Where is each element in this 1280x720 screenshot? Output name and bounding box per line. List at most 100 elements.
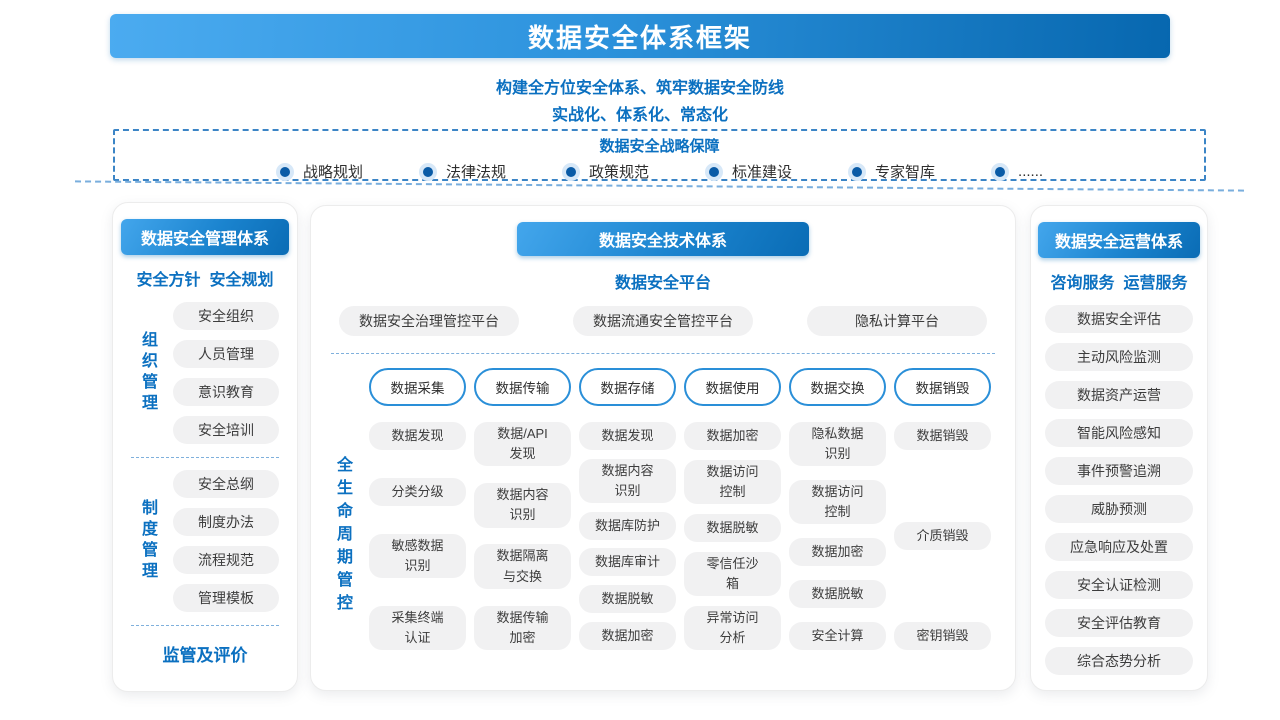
stage-tools-storage: 数据发现 数据内容 识别 数据库防护 数据库审计 数据脱敏 数据加密 (579, 422, 676, 650)
tool-pill: 采集终端 认证 (369, 606, 466, 650)
strategy-item: 专家智库 (848, 161, 935, 182)
stage-pill-destruction: 数据销毁 (894, 368, 991, 406)
strategy-item-label: ...... (1018, 163, 1043, 180)
tool-pill: 数据内容 识别 (474, 483, 571, 527)
operations-item: 主动风险监测 (1045, 343, 1193, 371)
stage-tools-transfer: 数据/API 发现 数据内容 识别 数据隔离 与交换 数据传输 加密 (474, 422, 571, 650)
strategy-item: ...... (991, 163, 1043, 181)
tool-pill: 数据隔离 与交换 (474, 544, 571, 588)
tool-pill: 零信任沙 箱 (684, 552, 781, 596)
stage-row-spacer (323, 368, 361, 406)
tool-pill: 密钥销毁 (894, 622, 991, 650)
tool-pill: 敏感数据 识别 (369, 534, 466, 578)
management-item: 人员管理 (173, 340, 279, 368)
strategy-item-label: 法律法规 (446, 161, 506, 182)
stage-pill-transfer: 数据传输 (474, 368, 571, 406)
operations-item: 安全认证检测 (1045, 571, 1193, 599)
management-group-policy: 制度管理 安全总纲 制度办法 流程规范 管理模板 (113, 470, 297, 612)
group-vertical-label: 组织管理 (135, 331, 159, 415)
platform-pill: 隐私计算平台 (807, 306, 987, 336)
tool-pill: 数据发现 (369, 422, 466, 450)
strategy-box: 数据安全战略保障 战略规划 法律法规 政策规范 标准建设 专家智库 (113, 129, 1206, 181)
tool-pill: 数据发现 (579, 422, 676, 450)
tool-pill: 数据销毁 (894, 422, 991, 450)
bullet-icon (705, 163, 723, 181)
operations-item: 智能风险感知 (1045, 419, 1193, 447)
operations-panel-header: 数据安全运营体系 (1038, 222, 1200, 258)
operations-item: 事件预警追溯 (1045, 457, 1193, 485)
stage-tools-exchange: 隐私数据 识别 数据访问 控制 数据加密 数据脱敏 安全计算 (789, 422, 886, 650)
strategy-item: 标准建设 (705, 161, 792, 182)
group-vertical-label: 制度管理 (135, 499, 159, 583)
lifecycle-vertical-label: 全生命周期管控 (330, 456, 354, 617)
strategy-item-label: 专家智库 (875, 161, 935, 182)
operations-item: 威胁预测 (1045, 495, 1193, 523)
tool-pill: 数据内容 识别 (579, 459, 676, 503)
operations-subtitle: 咨询服务 运营服务 (1031, 269, 1207, 293)
tool-pill: 数据加密 (684, 422, 781, 450)
management-item: 制度办法 (173, 508, 279, 536)
tool-pill: 数据脱敏 (579, 585, 676, 613)
dashed-divider (331, 353, 995, 354)
management-panel: 数据安全管理体系 安全方针 安全规划 组织管理 安全组织 人员管理 意识教育 安… (112, 202, 298, 692)
strategy-item: 政策规范 (562, 161, 649, 182)
group-pill-list: 安全总纲 制度办法 流程规范 管理模板 (159, 470, 297, 612)
technology-panel-header: 数据安全技术体系 (517, 222, 809, 256)
stage-tools-destruction: 数据销毁 介质销毁 密钥销毁 (894, 422, 991, 650)
tool-pill: 数据库防护 (579, 512, 676, 540)
stage-pill-collection: 数据采集 (369, 368, 466, 406)
dashed-divider (131, 457, 279, 458)
tool-pill: 数据脱敏 (789, 580, 886, 608)
tool-pill: 分类分级 (369, 478, 466, 506)
management-group-organization: 组织管理 安全组织 人员管理 意识教育 安全培训 (113, 302, 297, 444)
stage-tools-usage: 数据加密 数据访问 控制 数据脱敏 零信任沙 箱 异常访问 分析 (684, 422, 781, 650)
group-pill-list: 安全组织 人员管理 意识教育 安全培训 (159, 302, 297, 444)
management-item: 管理模板 (173, 584, 279, 612)
tool-pill: 数据访问 控制 (789, 480, 886, 524)
management-item: 安全培训 (173, 416, 279, 444)
management-subtitle: 安全方针 安全规划 (113, 266, 297, 290)
bullet-icon (419, 163, 437, 181)
stage-tools-collection: 数据发现 分类分级 敏感数据 识别 采集终端 认证 (369, 422, 466, 650)
bullet-icon (848, 163, 866, 181)
page-title: 数据安全体系框架 (528, 18, 752, 55)
bullet-icon (991, 163, 1009, 181)
operations-panel: 数据安全运营体系 咨询服务 运营服务 数据安全评估 主动风险监测 数据资产运营 … (1030, 205, 1208, 691)
tool-pill: 数据脱敏 (684, 514, 781, 542)
lifecycle-stage-row: 数据采集 数据传输 数据存储 数据使用 数据交换 数据销毁 (311, 368, 1015, 406)
tool-pill: 数据加密 (579, 622, 676, 650)
operations-item: 数据安全评估 (1045, 305, 1193, 333)
strategy-title: 数据安全战略保障 (115, 135, 1204, 156)
tool-pill: 数据/API 发现 (474, 422, 571, 466)
operations-item: 综合态势分析 (1045, 647, 1193, 675)
technology-panel: 数据安全技术体系 数据安全平台 数据安全治理管控平台 数据流通安全管控平台 隐私… (310, 205, 1016, 691)
tool-pill: 异常访问 分析 (684, 606, 781, 650)
dashed-divider (131, 625, 279, 626)
tool-pill: 数据传输 加密 (474, 606, 571, 650)
tool-pill: 数据加密 (789, 538, 886, 566)
tool-pill: 介质销毁 (894, 522, 991, 550)
lifecycle-tools-row: 全生命周期管控 数据发现 分类分级 敏感数据 识别 采集终端 认证 数据/API… (311, 422, 1015, 650)
operations-item: 数据资产运营 (1045, 381, 1193, 409)
management-item: 安全组织 (173, 302, 279, 330)
strategy-item-label: 标准建设 (732, 161, 792, 182)
bullet-icon (562, 163, 580, 181)
stage-pill-storage: 数据存储 (579, 368, 676, 406)
tool-pill: 安全计算 (789, 622, 886, 650)
strategy-item: 战略规划 (276, 161, 363, 182)
platform-pill: 数据流通安全管控平台 (573, 306, 753, 336)
subtitle-line-2: 实战化、体系化、常态化 (0, 101, 1280, 125)
operations-pill-list: 数据安全评估 主动风险监测 数据资产运营 智能风险感知 事件预警追溯 威胁预测 … (1031, 293, 1207, 675)
slide-canvas: 数据安全体系框架 构建全方位安全体系、筑牢数据安全防线 实战化、体系化、常态化 … (0, 0, 1280, 720)
page-title-banner: 数据安全体系框架 (110, 14, 1170, 58)
operations-item: 应急响应及处置 (1045, 533, 1193, 561)
management-item: 安全总纲 (173, 470, 279, 498)
stage-pill-usage: 数据使用 (684, 368, 781, 406)
management-item: 流程规范 (173, 546, 279, 574)
management-item: 意识教育 (173, 378, 279, 406)
tool-pill: 隐私数据 识别 (789, 422, 886, 466)
bullet-icon (276, 163, 294, 181)
tool-pill: 数据访问 控制 (684, 460, 781, 504)
strategy-items: 战略规划 法律法规 政策规范 标准建设 专家智库 ...... (115, 161, 1204, 182)
strategy-item-label: 战略规划 (303, 161, 363, 182)
